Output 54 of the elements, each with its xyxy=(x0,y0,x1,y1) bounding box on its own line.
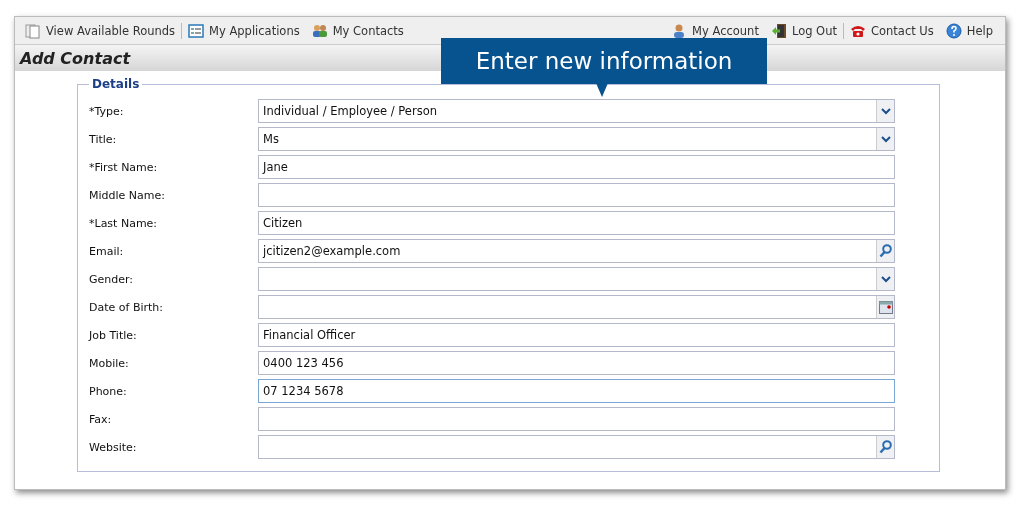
toolbar-link[interactable]: Log Out xyxy=(764,22,843,39)
toolbar-link[interactable]: Contact Us xyxy=(843,22,940,39)
chevron-down-icon xyxy=(880,107,891,115)
dropdown-button[interactable] xyxy=(876,100,894,122)
field-label: Fax: xyxy=(89,412,113,426)
callout-box: Enter new information xyxy=(441,38,767,84)
field-label: *First Name: xyxy=(89,160,159,174)
search-icon xyxy=(879,244,892,258)
field-label: Title: xyxy=(89,132,118,146)
calendar-button[interactable] xyxy=(876,296,894,318)
input-field[interactable] xyxy=(258,183,895,207)
field-label: Phone: xyxy=(89,384,128,398)
chevron-down-icon xyxy=(880,135,891,143)
toolbar-link[interactable]: My Applications xyxy=(182,22,306,39)
toolbar-link[interactable]: View Available Rounds xyxy=(19,22,182,39)
dropdown-field[interactable] xyxy=(258,267,895,291)
chevron-down-icon xyxy=(880,275,891,283)
input-field[interactable]: Financial Officer xyxy=(258,323,895,347)
field-label: Email: xyxy=(89,244,125,258)
field-label: *Last Name: xyxy=(89,216,159,230)
search-button[interactable] xyxy=(876,436,894,458)
dropdown-button[interactable] xyxy=(876,128,894,150)
door-icon xyxy=(770,22,787,39)
toolbar-link[interactable]: My Account xyxy=(665,22,765,39)
input-field[interactable]: jcitizen2@example.com xyxy=(258,239,895,263)
toolbar-link[interactable]: My Contacts xyxy=(305,22,410,39)
input-field[interactable] xyxy=(258,407,895,431)
field-label: Website: xyxy=(89,440,138,454)
dropdown-field[interactable]: Individual / Employee / Person xyxy=(258,99,895,123)
input-field[interactable] xyxy=(258,435,895,459)
list-icon xyxy=(188,22,205,39)
toolbar-link[interactable]: Help xyxy=(939,22,999,39)
callout-pointer xyxy=(596,83,608,97)
field-label: Date of Birth: xyxy=(89,300,164,314)
people-icon xyxy=(311,22,328,39)
input-field[interactable]: 0400 123 456 xyxy=(258,351,895,375)
field-label: *Type: xyxy=(89,104,125,118)
input-field[interactable]: Citizen xyxy=(258,211,895,235)
dropdown-button[interactable] xyxy=(876,268,894,290)
input-field[interactable]: Jane xyxy=(258,155,895,179)
input-field[interactable]: 07 1234 5678 xyxy=(258,379,895,403)
field-label: Mobile: xyxy=(89,356,130,370)
field-label: Gender: xyxy=(89,272,135,286)
date-field[interactable] xyxy=(258,295,895,319)
field-label: Job Title: xyxy=(89,328,138,342)
section-legend: Details xyxy=(89,77,143,91)
field-label: Middle Name: xyxy=(89,188,166,202)
search-button[interactable] xyxy=(876,240,894,262)
calendar-icon xyxy=(878,300,893,314)
dropdown-field[interactable]: Ms xyxy=(258,127,895,151)
help-icon xyxy=(945,22,962,39)
pages-icon xyxy=(25,22,41,39)
search-icon xyxy=(879,440,892,454)
page-title: Add Contact xyxy=(20,48,131,68)
